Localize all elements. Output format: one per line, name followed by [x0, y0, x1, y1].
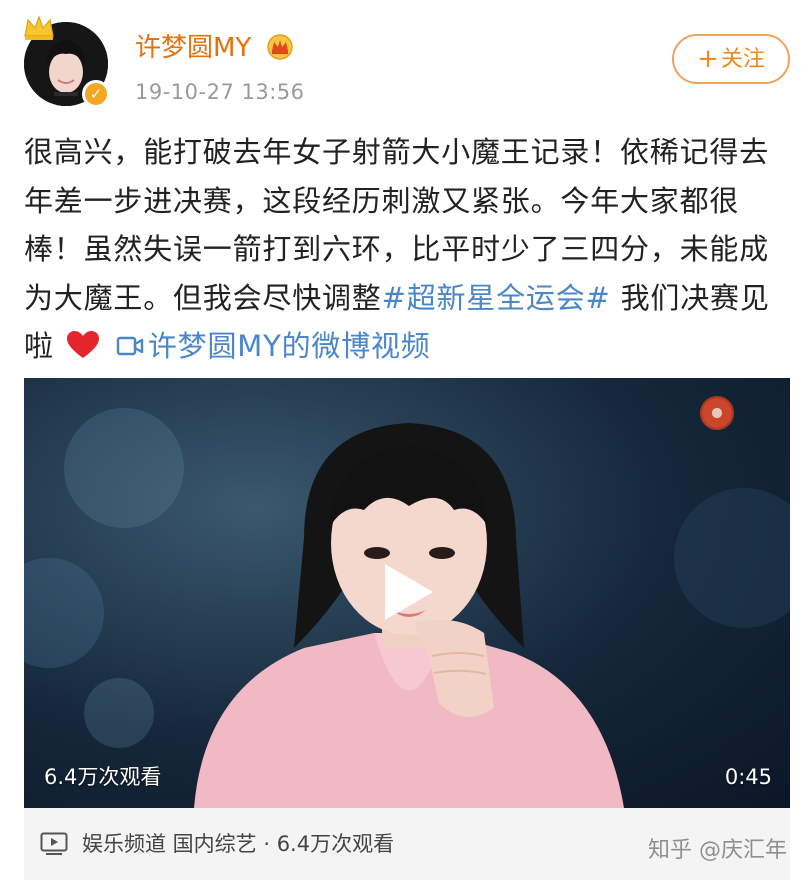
follow-button[interactable]: +关注	[672, 34, 790, 84]
video-link-icon	[116, 336, 144, 356]
video-meta-text: 娱乐频道 国内综艺 · 6.4万次观看	[82, 832, 395, 856]
background-bokeh	[64, 408, 184, 528]
plus-icon: +	[697, 44, 719, 74]
watermark: 知乎 @庆汇年	[648, 838, 787, 863]
heart-icon	[66, 331, 99, 358]
video-duration: 0:45	[724, 765, 772, 789]
post-timestamp: 19-10-27 13:56	[135, 80, 305, 104]
background-bokeh	[84, 678, 154, 748]
video-player[interactable]: 6.4万次观看 0:45	[24, 378, 790, 808]
vip-crown-icon	[266, 34, 293, 60]
follow-label: 关注	[720, 47, 765, 72]
video-link-text[interactable]: 许梦圆MY的微博视频	[148, 329, 431, 363]
crown-icon	[24, 15, 54, 40]
background-bokeh	[24, 558, 104, 668]
video-play-icon	[40, 832, 68, 855]
channel-logo-icon	[700, 396, 734, 430]
video-link[interactable]: 许梦圆MY的微博视频	[116, 329, 431, 363]
video-view-count: 6.4万次观看	[44, 765, 162, 789]
hashtag-link[interactable]: #超新星全运会#	[382, 281, 611, 315]
username[interactable]: 许梦圆MY	[135, 32, 294, 64]
background-bokeh	[674, 488, 790, 628]
avatar-container[interactable]: ✓	[24, 15, 110, 108]
post-content: 很高兴，能打破去年女子射箭大小魔王记录！依稀记得去年差一步进决赛，这段经历刺激又…	[24, 128, 794, 371]
username-text[interactable]: 许梦圆MY	[135, 33, 251, 63]
weibo-post: ✓ 许梦圆MY 19-10-27 13:56 +关注 很高兴，能打破去年女子射箭…	[0, 0, 809, 892]
play-icon[interactable]	[385, 564, 433, 620]
verified-badge-icon: ✓	[82, 80, 110, 108]
